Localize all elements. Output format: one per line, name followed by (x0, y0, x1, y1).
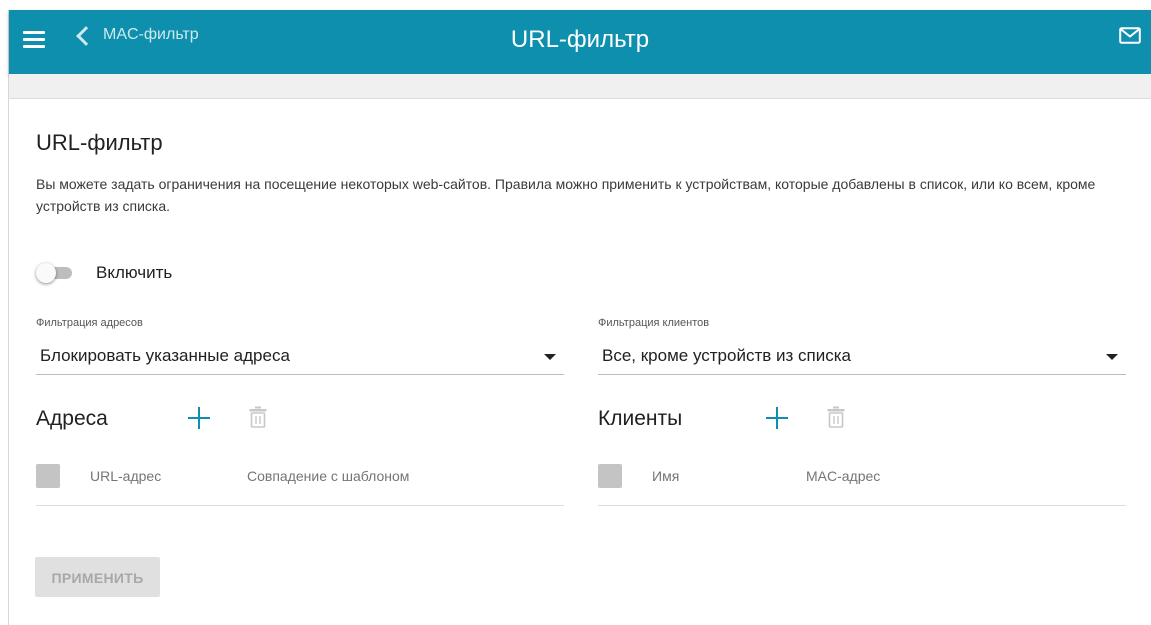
addresses-title: Адреса (36, 407, 108, 430)
page-title: URL-фильтр (36, 130, 163, 155)
address-filter-select[interactable]: Блокировать указанные адреса (36, 334, 564, 375)
sub-bar (9, 74, 1151, 99)
clients-divider (598, 505, 1126, 506)
enable-toggle[interactable] (36, 261, 72, 285)
client-filter-label: Фильтрация клиентов (598, 317, 710, 329)
apply-button[interactable]: ПРИМЕНИТЬ (35, 557, 160, 597)
caret-down-icon (544, 354, 556, 360)
client-filter-value: Все, кроме устройств из списка (602, 346, 851, 365)
addresses-col-pattern: Совпадение с шаблоном (247, 468, 410, 484)
delete-address-trash-icon[interactable] (249, 406, 267, 428)
add-address-plus-icon[interactable] (188, 407, 210, 429)
caret-down-icon (1106, 354, 1118, 360)
mail-icon[interactable] (1119, 27, 1141, 44)
page-frame (8, 10, 1151, 625)
addresses-col-url: URL-адрес (90, 468, 162, 484)
address-filter-label: Фильтрация адресов (36, 317, 143, 329)
top-bar: MAC-фильтр URL-фильтр (9, 10, 1151, 74)
address-filter-value: Блокировать указанные адреса (40, 346, 290, 365)
page-description: Вы можете задать ограничения на посещени… (36, 176, 1096, 214)
delete-client-trash-icon[interactable] (827, 406, 845, 428)
addresses-select-all-checkbox[interactable] (36, 464, 60, 488)
clients-title: Клиенты (598, 407, 683, 430)
enable-toggle-label: Включить (96, 263, 173, 282)
clients-col-name: Имя (652, 468, 680, 484)
client-filter-select[interactable]: Все, кроме устройств из списка (598, 334, 1126, 375)
addresses-divider (36, 505, 564, 506)
clients-select-all-checkbox[interactable] (598, 464, 622, 488)
page-header-title: URL-фильтр (510, 26, 650, 53)
toggle-knob (36, 263, 56, 283)
clients-col-mac: MAC-адрес (806, 468, 881, 484)
add-client-plus-icon[interactable] (766, 407, 788, 429)
